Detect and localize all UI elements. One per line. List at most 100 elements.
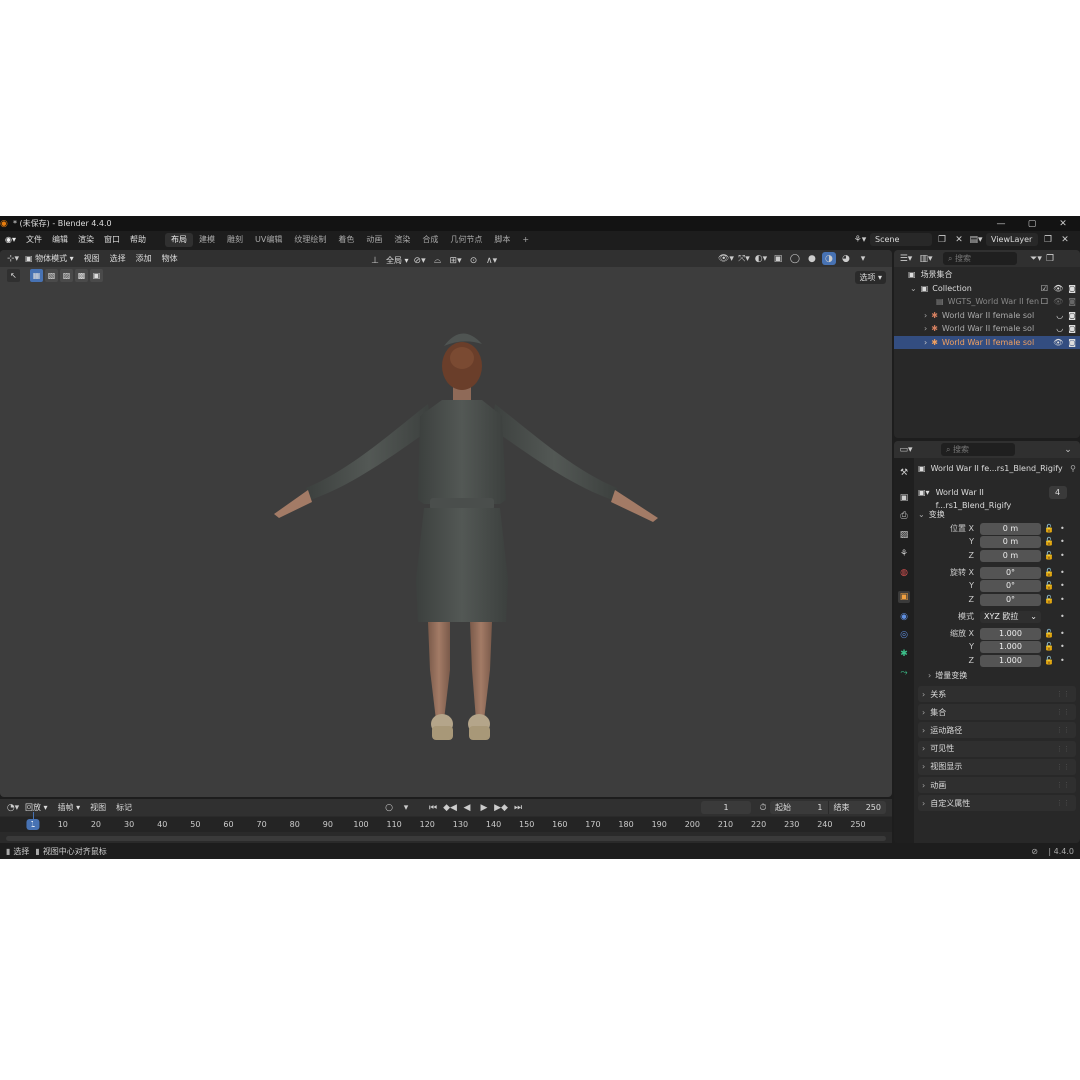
section-visibility[interactable]: › 可见性 ⋮⋮ xyxy=(918,740,1076,757)
close-icon[interactable]: ✕ xyxy=(1048,216,1078,231)
data-block-name-field[interactable]: World War II f...rs1_Blend_Rigify xyxy=(932,486,1047,510)
prev-keyframe-icon[interactable]: ◆◀ xyxy=(443,801,457,814)
drag-grip-icon[interactable]: ⋮⋮ xyxy=(1056,690,1070,698)
location-x-field[interactable]: 0 m xyxy=(980,522,1041,535)
data-block-icon[interactable]: ▣▾ xyxy=(918,488,930,497)
properties-editor-type-icon[interactable]: ▭▾ xyxy=(899,443,913,456)
tab-sculpting[interactable]: 雕刻 xyxy=(221,233,249,247)
outliner-collection[interactable]: ⌄ ▣ Collection ☑ 👁 ◙ xyxy=(894,282,1080,296)
constraint-tab-icon[interactable]: ✱ xyxy=(898,648,910,660)
keying-set-icon[interactable]: ▾ xyxy=(399,801,413,814)
keyframe-dot-icon[interactable]: • xyxy=(1060,656,1065,665)
character-model[interactable] xyxy=(0,250,892,797)
delete-view-layer-icon[interactable]: ✕ xyxy=(1058,233,1072,246)
blender-menu-icon[interactable]: ◉▾ xyxy=(0,231,21,249)
properties-search-input[interactable]: ⌕ 搜索 xyxy=(941,443,1015,456)
rotation-mode-dropdown[interactable]: XYZ 欧拉 ⌄ xyxy=(980,610,1041,623)
play-icon[interactable]: ▶ xyxy=(477,801,491,814)
menu-render[interactable]: 渲染 xyxy=(73,231,99,249)
camera-icon[interactable]: ◙ xyxy=(1068,324,1076,333)
tab-layout[interactable]: 布局 xyxy=(165,233,193,247)
outliner-search-input[interactable]: ⌕ 搜索 xyxy=(943,252,1017,265)
keyframe-dot-icon[interactable]: • xyxy=(1060,524,1065,533)
keyframe-dot-icon[interactable]: • xyxy=(1060,551,1065,560)
outliner-editor-type-icon[interactable]: ☰▾ xyxy=(899,252,913,265)
keyframe-dot-icon[interactable]: • xyxy=(1060,595,1065,604)
view-layer-tab-icon[interactable]: ▨ xyxy=(898,529,910,541)
maximize-icon[interactable]: ▢ xyxy=(1017,216,1047,231)
new-collection-icon[interactable]: ❐ xyxy=(1043,252,1057,265)
auto-keying-icon[interactable]: ○ xyxy=(382,801,396,814)
timeline-view-menu[interactable]: 视图 xyxy=(85,799,111,817)
keyframe-dot-icon[interactable]: • xyxy=(1060,612,1065,621)
lock-icon[interactable]: 🔓 xyxy=(1044,629,1054,638)
tab-texture-paint[interactable]: 纹理绘制 xyxy=(288,233,332,247)
user-count-field[interactable]: 4 xyxy=(1048,486,1067,499)
tab-uv-editing[interactable]: UV编辑 xyxy=(249,233,288,247)
next-keyframe-icon[interactable]: ▶◆ xyxy=(494,801,508,814)
scale-y-field[interactable]: 1.000 xyxy=(980,640,1041,653)
timeline-editor-type-icon[interactable]: ◔▾ xyxy=(6,801,20,814)
drag-grip-icon[interactable]: ⋮⋮ xyxy=(1056,726,1070,734)
scene-tab-icon[interactable]: ⚘ xyxy=(898,548,910,560)
object-name-field[interactable]: World War II fe...rs1_Blend_Rigify xyxy=(931,464,1063,473)
outliner-scene-collection[interactable]: ▣ 场景集合 xyxy=(894,268,1080,282)
eye-icon[interactable]: 👁 xyxy=(1053,284,1063,293)
playback-menu[interactable]: 回放 ▾ xyxy=(20,799,53,817)
chevron-right-icon[interactable]: › xyxy=(924,324,927,333)
end-frame-field[interactable]: 结束 250 xyxy=(827,801,887,814)
tab-compositing[interactable]: 合成 xyxy=(416,233,444,247)
camera-icon[interactable]: ◙ xyxy=(1068,338,1076,347)
jump-start-icon[interactable]: ⏮ xyxy=(426,801,440,814)
lock-icon[interactable]: 🔓 xyxy=(1044,656,1054,665)
checkbox-icon[interactable]: ☑ xyxy=(1041,284,1048,293)
marker-menu[interactable]: 标记 xyxy=(111,799,137,817)
menu-help[interactable]: 帮助 xyxy=(125,231,151,249)
view-layer-field[interactable]: ViewLayer xyxy=(986,233,1038,246)
chevron-right-icon[interactable]: › xyxy=(924,338,927,347)
rotation-z-field[interactable]: 0° xyxy=(980,593,1041,606)
outliner-item[interactable]: ▤ WGTS_World War II fen ☐ 👁 ◙ xyxy=(894,295,1080,309)
outliner-item[interactable]: › ✱ World War II female sol ◡ ◙ xyxy=(894,309,1080,323)
location-z-field[interactable]: 0 m xyxy=(980,549,1041,562)
menu-window[interactable]: 窗口 xyxy=(99,231,125,249)
new-scene-icon[interactable]: ❐ xyxy=(935,233,949,246)
drag-grip-icon[interactable]: ⋮⋮ xyxy=(1056,781,1070,789)
scene-selector-icon[interactable]: ⚘▾ xyxy=(853,233,867,246)
output-tab-icon[interactable]: ⎙ xyxy=(898,510,910,522)
keyframe-dot-icon[interactable]: • xyxy=(1060,629,1065,638)
keyframe-dot-icon[interactable]: • xyxy=(1060,642,1065,651)
outliner-item-selected[interactable]: › ✱ World War II female sol 👁 ◙ xyxy=(894,335,1080,349)
drag-grip-icon[interactable]: ⋮⋮ xyxy=(1056,763,1070,771)
drag-grip-icon[interactable]: ⋮⋮ xyxy=(1056,708,1070,716)
drag-grip-icon[interactable]: ⋮⋮ xyxy=(1056,745,1070,753)
scene-name-field[interactable]: Scene xyxy=(870,233,932,246)
tab-rendering[interactable]: 渲染 xyxy=(388,233,416,247)
world-tab-icon[interactable]: ◍ xyxy=(898,567,910,579)
keyframe-dot-icon[interactable]: • xyxy=(1060,568,1065,577)
chevron-right-icon[interactable]: › xyxy=(924,311,927,320)
lock-icon[interactable]: 🔓 xyxy=(1044,537,1054,546)
start-frame-field[interactable]: 起始 1 xyxy=(770,801,828,814)
section-motion-paths[interactable]: › 运动路径 ⋮⋮ xyxy=(918,722,1076,739)
section-collections[interactable]: › 集合 ⋮⋮ xyxy=(918,704,1076,721)
lock-icon[interactable]: 🔓 xyxy=(1044,595,1054,604)
checkbox-icon[interactable]: ☐ xyxy=(1041,297,1048,306)
section-animation[interactable]: › 动画 ⋮⋮ xyxy=(918,777,1076,793)
modifier-tab-icon[interactable]: ◉ xyxy=(898,611,910,623)
delete-scene-icon[interactable]: ✕ xyxy=(952,233,966,246)
object-tab-icon[interactable]: ▣ xyxy=(898,591,910,603)
outliner-item[interactable]: › ✱ World War II female sol ◡ ◙ xyxy=(894,322,1080,336)
drag-grip-icon[interactable]: ⋮⋮ xyxy=(1056,799,1070,807)
render-tab-icon[interactable]: ▣ xyxy=(898,492,910,504)
eye-closed-icon[interactable]: ◡ xyxy=(1056,324,1063,333)
camera-icon[interactable]: ◙ xyxy=(1068,311,1076,320)
eye-closed-icon[interactable]: ◡ xyxy=(1056,311,1063,320)
new-view-layer-icon[interactable]: ❐ xyxy=(1041,233,1055,246)
section-relations[interactable]: › 关系 ⋮⋮ xyxy=(918,686,1076,702)
filter-icon[interactable]: ⏷▾ xyxy=(1029,252,1043,265)
add-workspace-button[interactable]: + xyxy=(516,233,535,247)
timeline-ruler[interactable]: 1102030405060708090100110120130140150160… xyxy=(0,817,892,832)
properties-options-icon[interactable]: ⌄ xyxy=(1061,443,1075,456)
jump-end-icon[interactable]: ⏭ xyxy=(511,801,525,814)
